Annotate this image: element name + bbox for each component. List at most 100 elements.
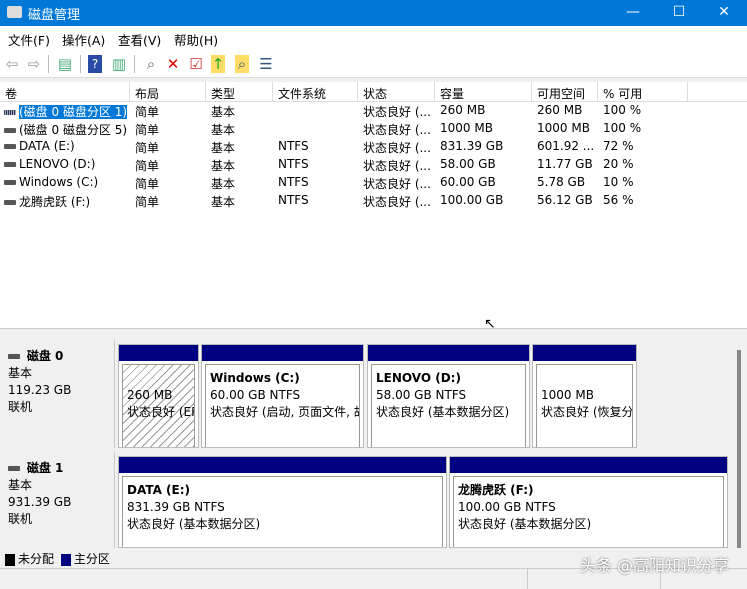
minimize-button[interactable]: — [610, 0, 656, 26]
disk-graph-pane: 磁盘 0 基本 119.23 GB 联机 260 MB 状态良好 (EFI Wi… [0, 336, 747, 548]
cell-fs: NTFS [278, 193, 309, 207]
cell-pct: 72 % [603, 139, 634, 153]
volume-row[interactable]: 龙腾虎跃 (F:) 简单 基本 NTFS 状态良好 (... 100.00 GB 56.12… [0, 192, 688, 210]
cell-capacity: 1000 MB [440, 121, 493, 135]
legend-primary: 主分区 [73, 552, 110, 566]
column-header-free[interactable]: 可用空间 [532, 82, 598, 102]
separator [48, 55, 49, 73]
menu-bar: 文件(F) 操作(A) 查看(V) 帮助(H) [0, 26, 747, 50]
drive-icon [4, 128, 16, 133]
vertical-scrollbar[interactable] [737, 350, 741, 548]
delete-icon[interactable]: ✕ [164, 55, 182, 73]
partition-type-bar [119, 457, 446, 473]
cell-fs: NTFS [278, 175, 309, 189]
column-header-capacity[interactable]: 容量 [435, 82, 532, 102]
partition-block[interactable]: Windows (C:) 60.00 GB NTFS 状态良好 (启动, 页面文… [201, 344, 364, 448]
drive-icon [4, 200, 16, 205]
partition-type-bar [119, 345, 198, 361]
cell-pct: 100 % [603, 103, 642, 117]
partition-block[interactable]: DATA (E:) 831.39 GB NTFS 状态良好 (基本数据分区) [118, 456, 447, 548]
partition-status: 状态良好 (基本数据分区) [376, 405, 510, 419]
action-pane-icon[interactable]: ▥ [110, 55, 128, 73]
connect-drive-icon[interactable]: ⌕ [142, 55, 160, 73]
column-header-status[interactable]: 状态 [358, 82, 435, 102]
pane-splitter[interactable] [0, 328, 747, 336]
partition-type-bar [533, 345, 636, 361]
partition-block[interactable]: LENOVO (D:) 58.00 GB NTFS 状态良好 (基本数据分区) [367, 344, 530, 448]
search-folder-icon[interactable]: ⌕ [235, 55, 249, 73]
disk-type: 基本 [8, 478, 33, 492]
unallocated-swatch [5, 553, 15, 566]
disk-name: 磁盘 0 [26, 349, 64, 363]
help-icon[interactable]: ? [88, 55, 102, 73]
cell-capacity: 260 MB [440, 103, 486, 117]
partition-details: Windows (C:) 60.00 GB NTFS 状态良好 (启动, 页面文… [205, 364, 360, 447]
maximize-button[interactable]: ☐ [656, 0, 702, 26]
cell-pct: 10 % [603, 175, 634, 189]
cell-pct: 100 % [603, 121, 642, 135]
toolbar: ⇦ ⇨ ▤ ? ▥ ⌕ ✕ ☑ ↑ ⌕ ☰ [0, 50, 747, 78]
console-tree-icon[interactable]: ▤ [56, 55, 74, 73]
volume-row[interactable]: LENOVO (D:) 简单 基本 NTFS 状态良好 (... 58.00 GB 11.7… [0, 156, 688, 174]
partition-block[interactable]: 龙腾虎跃 (F:) 100.00 GB NTFS 状态良好 (基本数据分区) [449, 456, 728, 548]
watermark: 头条 @高阳知识分享 [579, 556, 729, 575]
column-header-filesystem[interactable]: 文件系统 [273, 82, 358, 102]
partition-block[interactable]: 1000 MB 状态良好 (恢复分 [532, 344, 637, 448]
column-header-layout[interactable]: 布局 [130, 82, 206, 102]
cell-status: 状态良好 (... [363, 123, 431, 137]
column-header-type[interactable]: 类型 [206, 82, 273, 102]
volume-row[interactable]: (磁盘 0 磁盘分区 1) 简单 基本 状态良好 (... 260 MB 260 MB 10… [0, 102, 688, 120]
partition-details: 龙腾虎跃 (F:) 100.00 GB NTFS 状态良好 (基本数据分区) [453, 476, 724, 547]
partition-type-bar [450, 457, 727, 473]
cell-layout: 简单 [135, 105, 160, 119]
volume-row[interactable]: Windows (C:) 简单 基本 NTFS 状态良好 (... 60.00 GB 5.7… [0, 174, 688, 192]
title-bar: 磁盘管理 — ☐ ✕ [0, 0, 747, 26]
partition-status: 状态良好 (启动, 页面文件, 故 [210, 405, 360, 419]
partition-size: 58.00 GB NTFS [376, 388, 467, 402]
menu-view[interactable]: 查看(V) [118, 30, 161, 49]
disk-type: 基本 [8, 366, 33, 380]
checklist-icon[interactable]: ☰ [257, 55, 275, 73]
column-header-percent-free[interactable]: % 可用 [598, 82, 688, 102]
disk-label[interactable]: 磁盘 0 基本 119.23 GB 联机 [0, 340, 115, 448]
partition-block[interactable]: 260 MB 状态良好 (EFI [118, 344, 199, 448]
cell-status: 状态良好 (... [363, 141, 431, 155]
back-icon[interactable]: ⇦ [3, 55, 21, 73]
column-header-filler [688, 82, 747, 102]
properties-icon[interactable]: ☑ [187, 55, 205, 73]
cell-fs: NTFS [278, 139, 309, 153]
drive-icon [4, 180, 16, 185]
menu-file[interactable]: 文件(F) [8, 30, 50, 49]
cell-type: 基本 [211, 159, 236, 173]
cell-pct: 20 % [603, 157, 634, 171]
upload-icon[interactable]: ↑ [211, 55, 225, 73]
cell-status: 状态良好 (... [363, 195, 431, 209]
forward-icon[interactable]: ⇨ [25, 55, 43, 73]
menu-help[interactable]: 帮助(H) [174, 30, 218, 49]
disk-label[interactable]: 磁盘 1 基本 931.39 GB 联机 [0, 452, 115, 548]
menu-action[interactable]: 操作(A) [62, 30, 105, 49]
cell-free: 1000 MB [537, 121, 590, 135]
cell-status: 状态良好 (... [363, 159, 431, 173]
cell-capacity: 58.00 GB [440, 157, 496, 171]
cell-free: 11.77 GB [537, 157, 593, 171]
cell-free: 56.12 GB [537, 193, 593, 207]
partition-details: LENOVO (D:) 58.00 GB NTFS 状态良好 (基本数据分区) [371, 364, 526, 447]
legend-unallocated: 未分配 [18, 552, 55, 566]
drive-icon [4, 110, 16, 115]
disk-size: 119.23 GB [8, 383, 72, 397]
volume-name: 龙腾虎跃 (F:) [19, 195, 91, 209]
volume-row[interactable]: (磁盘 0 磁盘分区 5) 简单 基本 状态良好 (... 1000 MB 1000 MB… [0, 120, 688, 138]
close-button[interactable]: ✕ [701, 0, 747, 26]
cell-layout: 简单 [135, 159, 160, 173]
cell-pct: 56 % [603, 193, 634, 207]
cell-type: 基本 [211, 177, 236, 191]
primary-swatch [60, 553, 71, 566]
partition-title: LENOVO (D:) [376, 371, 461, 385]
separator [134, 55, 135, 73]
disk-state: 联机 [8, 400, 33, 414]
column-header-volume[interactable]: 卷 [0, 82, 130, 102]
partition-size: 60.00 GB NTFS [210, 388, 301, 402]
cell-name: 龙腾虎跃 (F:) [0, 192, 130, 210]
volume-row[interactable]: DATA (E:) 简单 基本 NTFS 状态良好 (... 831.39 GB 601.9… [0, 138, 688, 156]
